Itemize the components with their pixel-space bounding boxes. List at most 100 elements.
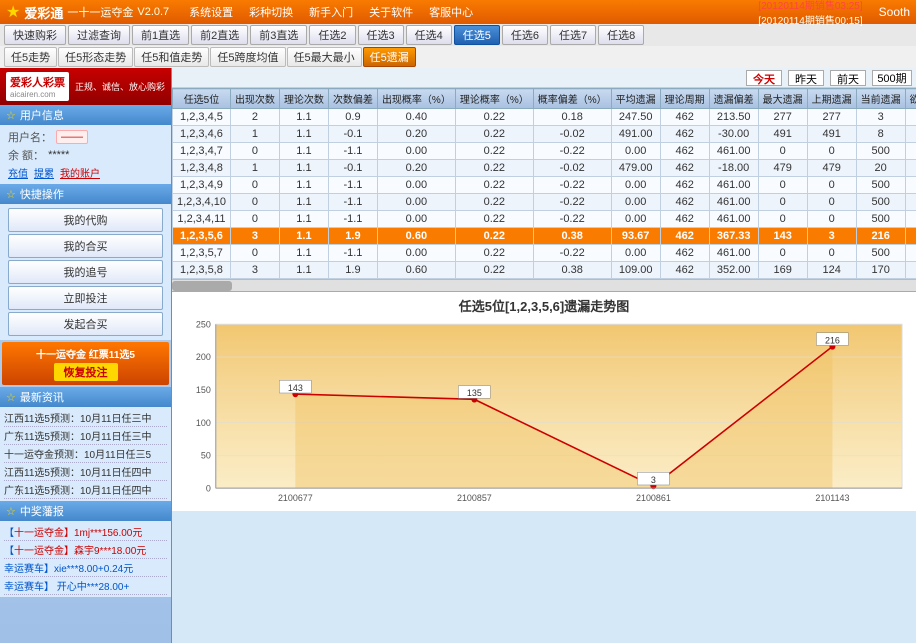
today-btn[interactable]: 今天 — [746, 70, 782, 86]
table-row[interactable]: 1,2,3,5,631.11.90.600.220.3893.67462367.… — [173, 228, 916, 245]
table-cell: 0.22 — [455, 228, 533, 245]
table-cell: 0.00 — [377, 245, 455, 262]
scrollbar-thumb[interactable] — [172, 281, 232, 291]
table-cell: 0.00 — [611, 245, 660, 262]
content-area: 今天 昨天 前天 任选5位 出现次数 理论次数 次数偏差 出现概率（%） 理论概… — [172, 68, 916, 643]
data-table-container[interactable]: 任选5位 出现次数 理论次数 次数偏差 出现概率（%） 理论概率（%） 概率偏差… — [172, 88, 916, 279]
tab-any2[interactable]: 任选2 — [309, 25, 355, 45]
tab-filter[interactable]: 过滤查询 — [68, 25, 130, 45]
tab2-shape-trend[interactable]: 任5形态走势 — [58, 47, 133, 67]
news-item-4[interactable]: 广东11选5预测：10月11日任四中 — [4, 481, 167, 499]
quick-ops-label: 快捷操作 — [20, 186, 64, 202]
table-cell: 462 — [660, 262, 709, 279]
prize-label: 中奖藩报 — [20, 503, 64, 519]
menu-guide[interactable]: 新手入门 — [309, 4, 353, 20]
resume-btn[interactable]: 恢复投注 — [54, 363, 118, 381]
prize-item-3[interactable]: 幸运赛车】 开心中***28.00+ — [4, 577, 167, 595]
username-label: 用户名： — [8, 129, 52, 145]
prize-item-0[interactable]: 【十一运夺金】1mj***156.00元 — [4, 523, 167, 541]
menu-system[interactable]: 系统设置 — [189, 4, 233, 20]
withdraw-link[interactable]: 提累 — [34, 165, 54, 180]
yesterday-btn[interactable]: 昨天 — [788, 70, 824, 86]
svg-text:50: 50 — [201, 450, 211, 460]
tab-front2[interactable]: 前2直选 — [191, 25, 248, 45]
tab-quick-buy[interactable]: 快速购彩 — [4, 25, 66, 45]
news-item-0[interactable]: 江西11选5预测：10月11日任三中 — [4, 409, 167, 427]
news-item-1[interactable]: 广东11选5预测：10月11日任三中 — [4, 427, 167, 445]
prize-item-2[interactable]: 幸运赛车】xie***8.00+0.24元 — [4, 559, 167, 577]
tab-front1[interactable]: 前1直选 — [132, 25, 189, 45]
tab-front3[interactable]: 前3直选 — [250, 25, 307, 45]
table-cell: 1.1 — [279, 262, 328, 279]
table-cell: 461.00 — [709, 143, 758, 160]
table-cell: 1,2,3,5,8 — [173, 262, 231, 279]
tab2-maxmin[interactable]: 任5最大最小 — [287, 47, 362, 67]
news-item-3[interactable]: 江西11选5预测：10月11日任四中 — [4, 463, 167, 481]
table-cell: 1,2,3,4,11 — [173, 211, 231, 228]
menu-switch[interactable]: 彩种切换 — [249, 4, 293, 20]
tab-any7[interactable]: 任选7 — [550, 25, 596, 45]
svg-text:0: 0 — [206, 483, 211, 493]
col-header-combo: 任选5位 — [173, 89, 231, 109]
table-row[interactable]: 1,2,3,4,521.10.90.400.220.18247.50462213… — [173, 109, 916, 126]
table-cell: 1.56 — [905, 262, 916, 279]
table-cell: 367.33 — [709, 228, 758, 245]
table-cell: 491 — [758, 126, 807, 143]
table-cell: 0.20 — [377, 126, 455, 143]
tab2-sum-trend[interactable]: 任5和值走势 — [134, 47, 209, 67]
table-cell: 1,2,3,5,7 — [173, 245, 231, 262]
my-account-link[interactable]: 我的账户 — [60, 165, 100, 180]
h-scrollbar[interactable] — [172, 279, 916, 291]
table-row[interactable]: 1,2,3,5,701.1-1.10.000.22-0.220.00462461… — [173, 245, 916, 262]
star-icon2: ☆ — [6, 188, 16, 201]
tab-any3[interactable]: 任选3 — [358, 25, 404, 45]
col-header-theory-cnt: 理论次数 — [279, 89, 328, 109]
menu-bar: 系统设置 彩种切换 新手入门 关于软件 客服中心 — [189, 4, 746, 20]
table-row[interactable]: 1,2,3,4,811.1-0.10.200.22-0.02479.00462-… — [173, 160, 916, 177]
table-row[interactable]: 1,2,3,4,1101.1-1.10.000.22-0.220.0046246… — [173, 211, 916, 228]
star-icon4: ☆ — [6, 505, 16, 518]
bet-now-btn[interactable]: 立即投注 — [8, 286, 163, 310]
tab-any4[interactable]: 任选4 — [406, 25, 452, 45]
recharge-link[interactable]: 充值 — [8, 165, 28, 180]
table-row[interactable]: 1,2,3,4,1001.1-1.10.000.22-0.220.0046246… — [173, 194, 916, 211]
table-row[interactable]: 1,2,3,4,901.1-1.10.000.22-0.220.00462461… — [173, 177, 916, 194]
user-section-header: ☆ 用户信息 — [0, 105, 171, 125]
table-cell: -1.1 — [328, 194, 377, 211]
user-section-label: 用户信息 — [20, 107, 64, 123]
news-label: 最新资讯 — [20, 389, 64, 405]
tab-any6[interactable]: 任选6 — [502, 25, 548, 45]
my-pool-btn[interactable]: 我的合买 — [8, 234, 163, 258]
menu-support[interactable]: 客服中心 — [429, 4, 473, 20]
my-purchase-btn[interactable]: 我的代购 — [8, 208, 163, 232]
table-cell: 0.00 — [905, 245, 916, 262]
logo-area: 爱彩人彩票 aicairen.com 正规、诚信、放心购彩 — [0, 68, 171, 105]
table-cell: 3 — [230, 262, 279, 279]
table-cell: 1 — [230, 160, 279, 177]
period-input[interactable] — [872, 70, 912, 86]
table-cell: 0.00 — [905, 194, 916, 211]
col-header-theory-period: 理论周期 — [660, 89, 709, 109]
my-chase-btn[interactable]: 我的追号 — [8, 260, 163, 284]
table-row[interactable]: 1,2,3,4,611.1-0.10.200.22-0.02491.00462-… — [173, 126, 916, 143]
table-row[interactable]: 1,2,3,5,831.11.90.600.220.38109.00462352… — [173, 262, 916, 279]
news-item-2[interactable]: 十一运夺金预测：10月11日任三5 — [4, 445, 167, 463]
prize-item-1[interactable]: 【十一运夺金】森宇9***18.00元 — [4, 541, 167, 559]
menu-about[interactable]: 关于软件 — [369, 4, 413, 20]
tab2-trend[interactable]: 任5走势 — [4, 47, 57, 67]
start-pool-btn[interactable]: 发起合买 — [8, 312, 163, 336]
logo-url: aicairen.com — [10, 90, 65, 99]
day-before-btn[interactable]: 前天 — [830, 70, 866, 86]
table-cell: 0.22 — [455, 177, 533, 194]
table-cell: -30.00 — [709, 126, 758, 143]
promo-banner[interactable]: 十一运夺金 红票11选5 恢复投注 — [2, 342, 169, 385]
tab2-span[interactable]: 任5跨度均值 — [210, 47, 285, 67]
tab-any8[interactable]: 任选8 — [598, 25, 644, 45]
table-cell: 0.60 — [377, 262, 455, 279]
table-cell: -0.02 — [533, 126, 611, 143]
tab-any5[interactable]: 任选5 — [454, 25, 500, 45]
table-row[interactable]: 1,2,3,4,701.1-1.10.000.22-0.220.00462461… — [173, 143, 916, 160]
table-cell: 277 — [807, 109, 856, 126]
table-cell: 461.00 — [709, 211, 758, 228]
tab2-miss[interactable]: 任5遗漏 — [363, 47, 416, 67]
